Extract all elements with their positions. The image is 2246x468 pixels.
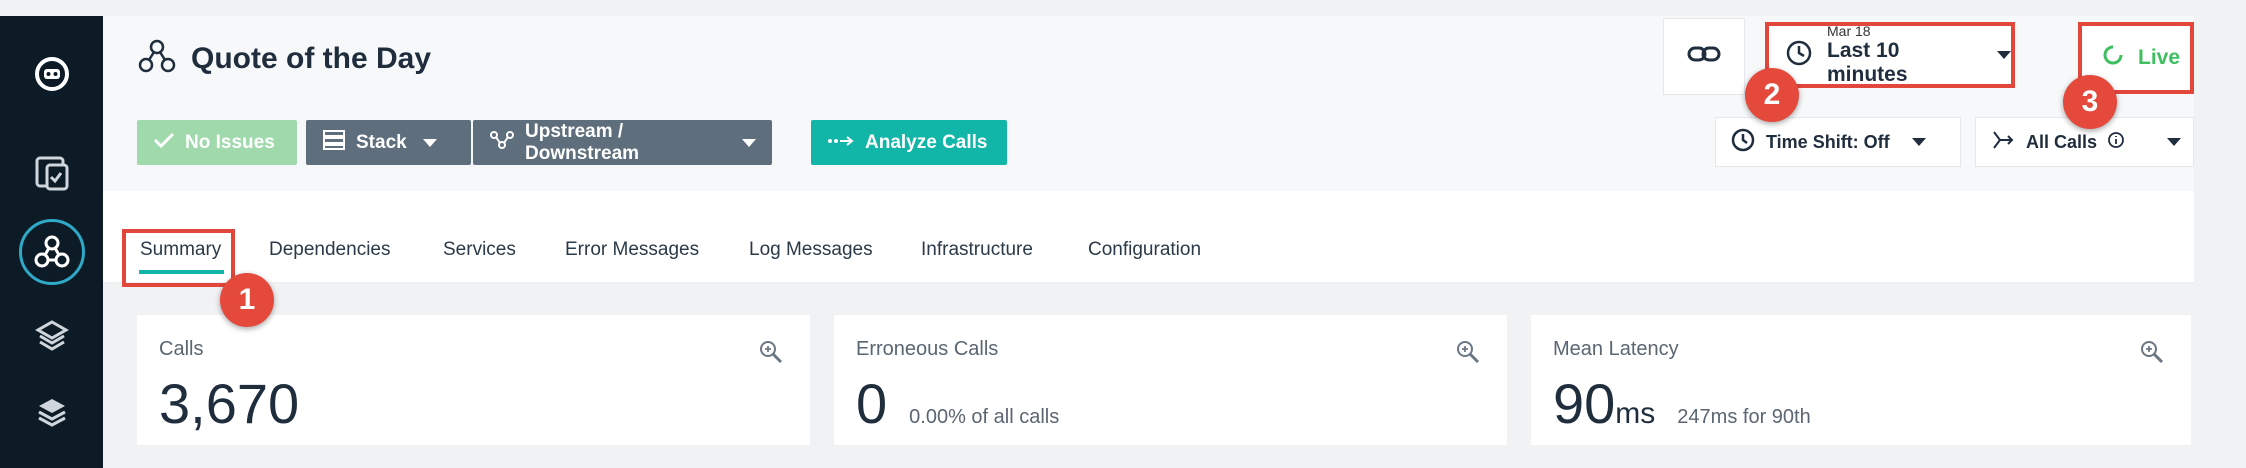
stack-icon — [322, 129, 346, 157]
chevron-down-icon — [742, 138, 756, 147]
clock-icon — [1730, 127, 1756, 158]
link-button[interactable] — [1663, 18, 1745, 95]
tab-log-messages[interactable]: Log Messages — [749, 239, 873, 261]
mean-latency-number: 90 — [1553, 372, 1616, 435]
left-navigation — [0, 16, 103, 468]
chevron-down-icon — [422, 138, 437, 147]
tab-dependencies[interactable]: Dependencies — [269, 239, 390, 261]
time-range-text: Mar 18 Last 10 minutes — [1827, 23, 1969, 87]
stack-label: Stack — [356, 131, 407, 153]
calls-value: 3,670 — [159, 372, 300, 435]
check-icon — [153, 131, 175, 155]
services-icon — [137, 38, 177, 79]
tab-services[interactable]: Services — [443, 239, 516, 261]
analyze-calls-label: Analyze Calls — [865, 131, 988, 153]
refresh-icon — [2100, 42, 2126, 74]
chevron-down-icon — [2167, 138, 2182, 146]
annotation-badge-1: 1 — [220, 273, 274, 327]
robot-logo-icon[interactable] — [0, 44, 103, 104]
all-calls-label: All Calls — [2026, 131, 2098, 152]
erroneous-calls-card: Erroneous Calls 0 0.00% of all calls — [834, 315, 1507, 445]
erroneous-calls-percent: 0.00% of all calls — [909, 406, 1060, 428]
services-icon[interactable] — [0, 219, 103, 285]
time-shift-selector[interactable]: Time Shift: Off — [1715, 117, 1961, 167]
tab-configuration[interactable]: Configuration — [1088, 239, 1201, 261]
tab-infrastructure[interactable]: Infrastructure — [921, 239, 1033, 261]
live-label: Live — [2138, 46, 2181, 69]
active-tab-indicator — [139, 270, 224, 274]
header-panel: Quote of the Day No Issues Stack Upstrea… — [103, 16, 2194, 191]
chevron-down-icon — [1997, 51, 2011, 59]
mean-latency-value: 90ms — [1553, 371, 1655, 436]
zoom-icon[interactable] — [2139, 339, 2165, 370]
tab-error-messages[interactable]: Error Messages — [565, 239, 699, 261]
cube-stack-icon[interactable] — [0, 384, 103, 444]
active-nav-indicator — [18, 219, 85, 285]
zoom-icon[interactable] — [758, 339, 784, 370]
latency-value-row: 90ms 247ms for 90th — [1553, 371, 1811, 436]
no-issues-label: No Issues — [185, 131, 275, 153]
calls-value-row: 3,670 — [159, 371, 299, 436]
mean-latency-label: Mean Latency — [1553, 338, 1679, 360]
monitor-apps-icon[interactable] — [0, 144, 103, 204]
zoom-icon[interactable] — [1455, 339, 1481, 370]
time-range-label: Last 10 minutes — [1827, 39, 1908, 86]
network-icon — [489, 129, 515, 157]
annotation-badge-2: 2 — [1745, 68, 1799, 122]
call-flow-icon — [1990, 128, 2016, 157]
upstream-downstream-button[interactable]: Upstream / Downstream — [473, 120, 772, 165]
mean-latency-unit: ms — [1615, 397, 1656, 430]
chevron-down-icon — [1911, 138, 1926, 146]
time-range-date: Mar 18 — [1827, 23, 1871, 39]
page-title: Quote of the Day — [191, 41, 432, 75]
no-issues-button[interactable]: No Issues — [137, 120, 297, 165]
layers-stack-icon[interactable] — [0, 306, 103, 366]
analyze-arrows-icon — [827, 132, 855, 154]
calls-card: Calls 3,670 — [137, 315, 810, 445]
analyze-calls-button[interactable]: Analyze Calls — [811, 120, 1007, 165]
tab-summary[interactable]: Summary — [140, 239, 221, 261]
app-page: Quote of the Day No Issues Stack Upstrea… — [0, 0, 2246, 468]
time-shift-label: Time Shift: Off — [1766, 131, 1890, 152]
latency-90th-percentile: 247ms for 90th — [1677, 406, 1811, 428]
stack-button[interactable]: Stack — [306, 120, 471, 165]
erroneous-calls-label: Erroneous Calls — [856, 338, 999, 360]
page-title-group: Quote of the Day — [137, 38, 431, 79]
link-icon — [1687, 44, 1721, 69]
annotation-badge-3: 3 — [2063, 75, 2117, 129]
calls-label: Calls — [159, 338, 204, 360]
erroneous-calls-value: 0 — [856, 372, 888, 435]
time-range-selector[interactable]: Mar 18 Last 10 minutes — [1765, 22, 2015, 88]
upstream-downstream-label: Upstream / Downstream — [525, 120, 640, 164]
tab-bar: Summary Dependencies Services Error Mess… — [103, 191, 2194, 287]
mean-latency-card: Mean Latency 90ms 247ms for 90th — [1531, 315, 2191, 445]
info-icon[interactable] — [2107, 131, 2125, 154]
clock-icon — [1785, 39, 1813, 72]
erroneous-value-row: 0 0.00% of all calls — [856, 371, 1059, 436]
